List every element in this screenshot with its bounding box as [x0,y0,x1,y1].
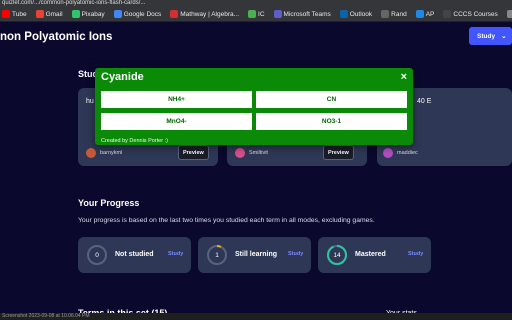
address-bar[interactable]: quizlet.com/.../common-polyatomic-ions-f… [0,0,512,7]
youtube-icon [2,10,10,18]
study-dropdown-button[interactable]: Study ⌄ [469,27,512,45]
ic-icon [248,10,257,18]
bookmark-item[interactable]: AP [415,10,435,18]
bookmark-label: Microsoft Teams [283,10,331,18]
study-link[interactable]: Study [168,251,183,257]
modal-credit: Created by Dennis Porter :) [101,138,168,144]
bookmark-item[interactable]: Mathway | Algebra... [170,10,239,18]
bookmark-item[interactable]: Tube [2,10,27,18]
card-title: 40 E [417,98,432,105]
taskbar: Screenshot 2023-09-08 at 10.06.04 PM [0,313,512,320]
bookmark-label: Pixabay [81,10,105,18]
card-user[interactable]: Smiltivit [235,148,268,158]
bookmark-item[interactable]: Outlook [339,10,373,18]
study-button-label: Study [477,32,496,40]
bookmark-label: Outlook [349,10,373,18]
teams-icon [273,10,282,18]
study-link[interactable]: Study [288,251,303,257]
chevron-down-icon: ⌄ [501,33,507,40]
pixabay-icon [71,10,80,18]
mathway-icon [170,10,179,18]
bookmark-label: Tube [12,10,27,18]
progress-heading: Your Progress [78,198,140,208]
username: barnykml [100,150,123,156]
avatar [86,148,96,158]
answer-option[interactable]: NO3-1 [255,112,408,131]
gmail-icon [35,10,44,18]
progress-count: 1 [215,251,219,259]
answer-option[interactable]: NH4+ [100,90,253,109]
preview-button[interactable]: Preview [323,145,354,160]
progress-label: Not studied [115,251,154,258]
avatar [383,148,393,158]
close-icon[interactable]: × [401,71,407,83]
bookmark-label: Gmail [45,10,63,18]
rand-icon [381,10,390,18]
answer-option[interactable]: MnO4- [100,112,253,131]
card-title: hu [86,98,94,105]
zlib-icon [506,10,512,18]
ap-icon [415,10,424,18]
bookmark-item[interactable]: Z-Lib [506,10,512,18]
progress-not-studied[interactable]: 0 Not studied Study [78,237,191,273]
docs-icon [113,10,122,18]
bookmark-label: Mathway | Algebra... [180,10,240,18]
username: Smiltivit [249,150,268,156]
bookmark-label: AP [425,10,435,18]
bookmark-item[interactable]: IC [248,10,265,18]
avatar [235,148,245,158]
bookmark-item[interactable]: Pixabay [71,10,105,18]
bookmark-label: Rand [391,10,407,18]
bookmark-item[interactable]: Rand [381,10,407,18]
progress-count: 14 [333,251,341,259]
card-user[interactable]: barnykml [86,148,122,158]
progress-count: 0 [95,251,99,259]
username: maddiec [397,150,418,156]
study-link[interactable]: Study [408,251,423,257]
cccs-icon [443,10,452,18]
bookmark-item[interactable]: Gmail [35,10,63,18]
quiz-modal: Cyanide × NH4+ CN MnO4- NO3-1 Created by… [95,68,413,145]
answer-option[interactable]: CN [255,90,408,109]
bookmark-item[interactable]: CCCS Courses [443,10,498,18]
progress-still-learning[interactable]: 1 Still learning Study [198,237,311,273]
progress-label: Mastered [355,251,386,258]
bookmark-label: IC [258,10,265,18]
bookmark-item[interactable]: Microsoft Teams [273,10,331,18]
bookmark-item[interactable]: Google Docs [113,10,162,18]
bookmark-label: CCCS Courses [453,10,498,18]
progress-mastered[interactable]: 14 Mastered Study [318,237,431,273]
bookmarks-bar: Tube Gmail Pixabay Google Docs Mathway | Alg… [0,7,512,22]
bookmark-label: Google Docs [123,10,162,18]
preview-button[interactable]: Preview [178,145,209,160]
outlook-icon [339,10,348,18]
progress-label: Still learning [235,251,278,258]
progress-description: Your progress is based on the last two t… [78,217,375,224]
card-user[interactable]: maddiec [383,148,418,158]
page-title: non Polyatomic Ions [0,31,113,43]
modal-title: Cyanide [101,71,144,83]
